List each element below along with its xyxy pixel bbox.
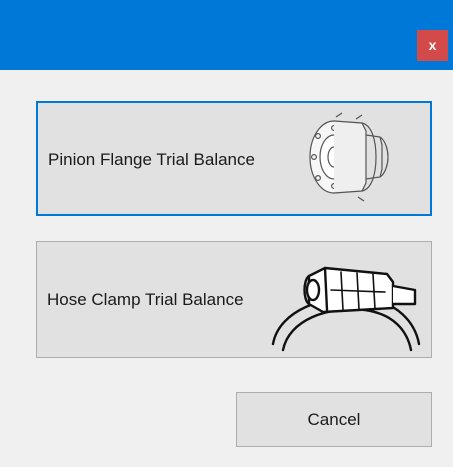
hose-clamp-trial-balance-button[interactable]: Hose Clamp Trial Balance [36,241,432,358]
cancel-button[interactable]: Cancel [236,392,432,447]
hose-clamp-icon [271,266,421,352]
pinion-flange-icon [309,112,389,202]
pinion-flange-trial-balance-button[interactable]: Pinion Flange Trial Balance [36,101,432,216]
title-bar: x [0,0,453,70]
pinion-flange-label: Pinion Flange Trial Balance [48,150,255,169]
hose-clamp-label: Hose Clamp Trial Balance [47,290,244,309]
close-button[interactable]: x [417,30,448,61]
dialog-window: x Pinion Flange Trial Balance Hose Clamp… [0,0,453,467]
